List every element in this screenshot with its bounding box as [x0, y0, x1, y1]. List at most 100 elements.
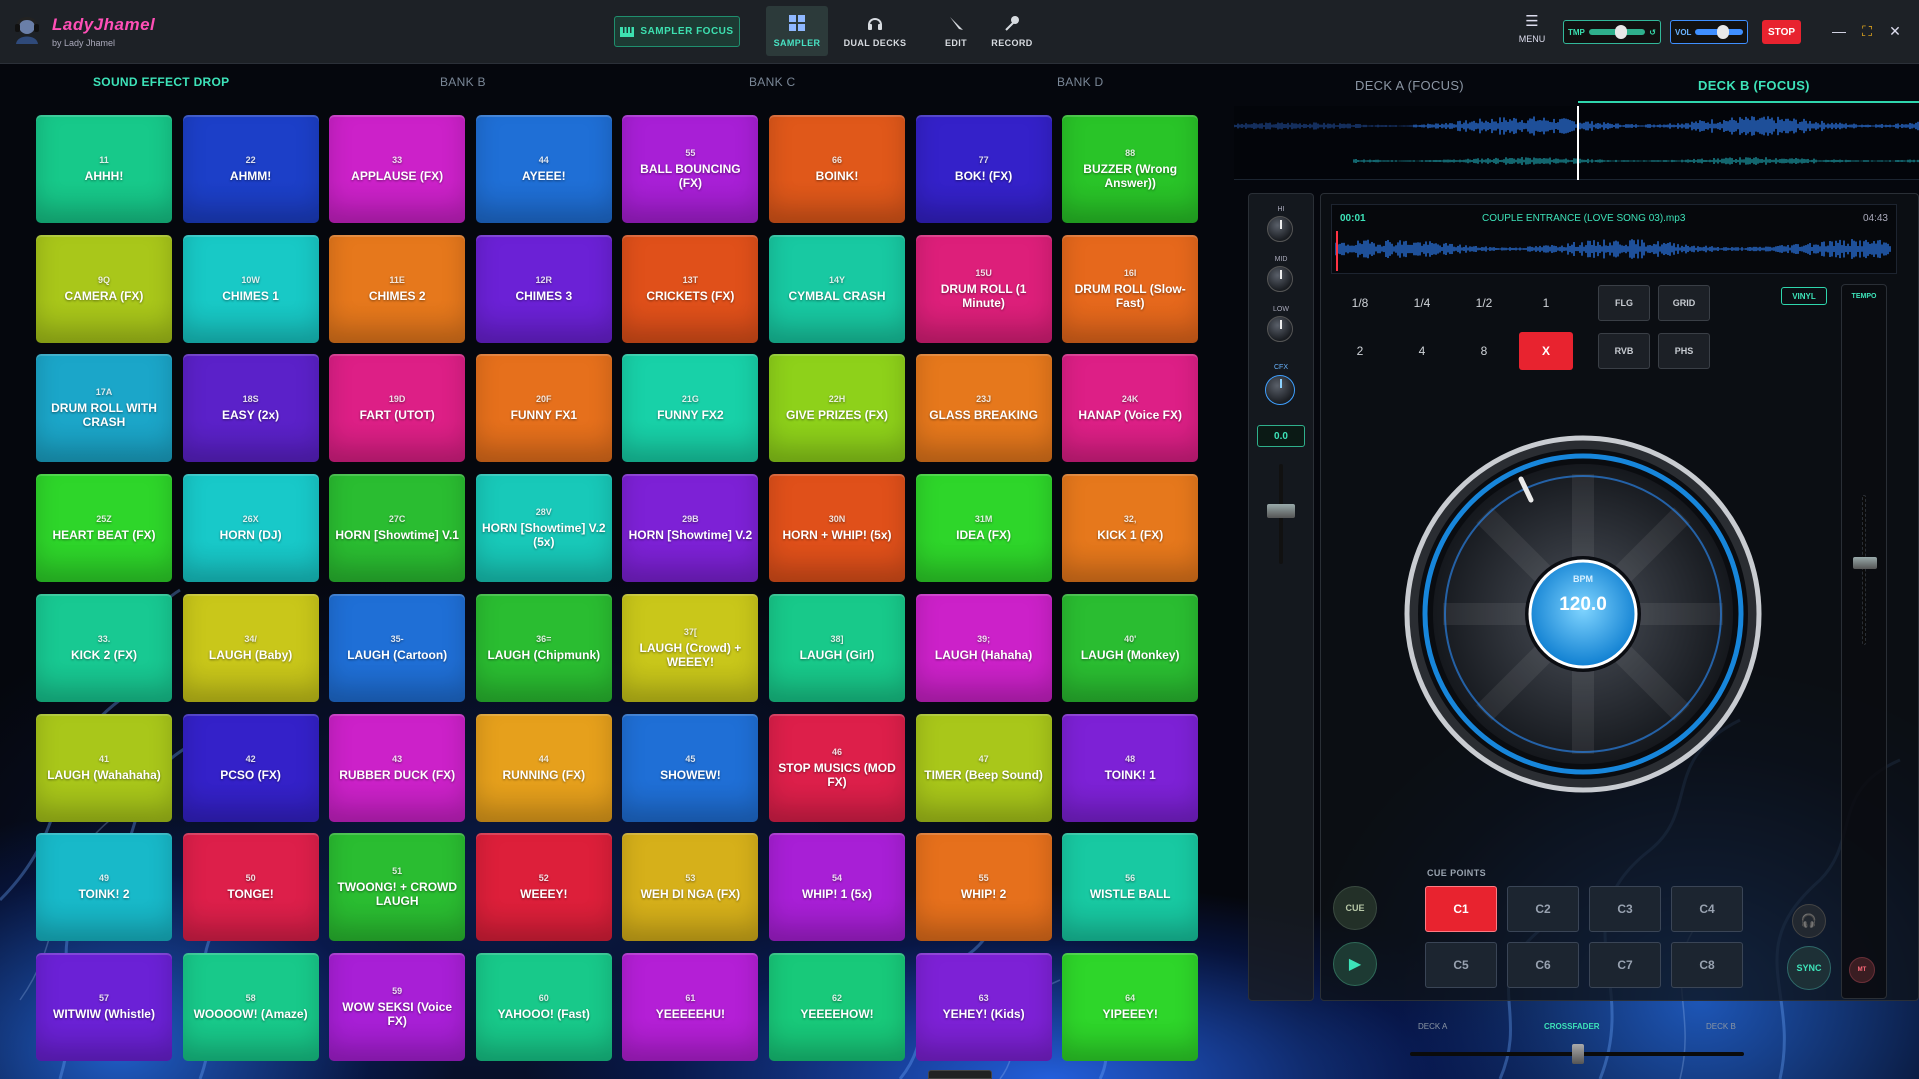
sampler-pad[interactable]: 16I DRUM ROLL (Slow-Fast) [1062, 234, 1198, 343]
sampler-pad[interactable]: 11E CHIMES 2 [329, 234, 465, 343]
loop-4-button[interactable]: 4 [1395, 332, 1449, 370]
deck-waveform[interactable]: 00:01 COUPLE ENTRANCE (LOVE SONG 03).mp3… [1331, 204, 1897, 274]
sampler-pad[interactable]: 32, KICK 1 (FX) [1062, 474, 1198, 583]
close-icon[interactable]: ✕ [1884, 20, 1906, 42]
sampler-pad[interactable]: 35- LAUGH (Cartoon) [329, 593, 465, 702]
sampler-pad[interactable]: 33. KICK 2 (FX) [36, 593, 172, 702]
bottom-drawer-handle[interactable] [928, 1070, 992, 1079]
loop-1-2-button[interactable]: 1/2 [1457, 284, 1511, 322]
menu-button[interactable]: ☰ MENU [1515, 14, 1549, 50]
loop-1-button[interactable]: 1 [1519, 284, 1573, 322]
sampler-pad[interactable]: 25Z HEART BEAT (FX) [36, 474, 172, 583]
sampler-pad[interactable]: 42 PCSO (FX) [183, 713, 319, 822]
sampler-pad[interactable]: 29B HORN [Showtime] V.2 [622, 474, 758, 583]
tool-sampler-button[interactable]: SAMPLER [766, 6, 828, 56]
sampler-pad[interactable]: 51 TWOONG! + CROWD LAUGH [329, 833, 465, 942]
sampler-pad[interactable]: 43 RUBBER DUCK (FX) [329, 713, 465, 822]
sampler-pad[interactable]: 24K HANAP (Voice FX) [1062, 354, 1198, 463]
tab-sound-effect-drop[interactable]: SOUND EFFECT DROP [93, 75, 229, 89]
headphone-cue-button[interactable]: 🎧 [1792, 904, 1826, 938]
tmp-slider-thumb[interactable] [1614, 25, 1627, 39]
sampler-pad[interactable]: 26X HORN (DJ) [183, 474, 319, 583]
eq-hi-knob[interactable] [1267, 216, 1293, 242]
master-tempo-button[interactable]: MT [1849, 957, 1875, 983]
loop-8-button[interactable]: 8 [1457, 332, 1511, 370]
sampler-pad[interactable]: 55 BALL BOUNCING (FX) [622, 115, 758, 223]
sampler-pad[interactable]: 13T CRICKETS (FX) [622, 234, 758, 343]
cue-point-c6[interactable]: C6 [1507, 942, 1579, 988]
sampler-pad[interactable]: 44 AYEEE! [476, 115, 612, 223]
cue-point-c5[interactable]: C5 [1425, 942, 1497, 988]
sampler-pad[interactable]: 56 WISTLE BALL [1062, 833, 1198, 942]
sampler-pad[interactable]: 20F FUNNY FX1 [476, 354, 612, 463]
minimize-icon[interactable]: — [1828, 20, 1850, 42]
fx-reverb-button[interactable]: RVB [1598, 333, 1650, 369]
tool-record-button[interactable]: RECORD [986, 6, 1038, 56]
sampler-pad[interactable]: 45 SHOWEW! [622, 713, 758, 822]
cue-point-c8[interactable]: C8 [1671, 942, 1743, 988]
sampler-pad[interactable]: 15U DRUM ROLL (1 Minute) [916, 234, 1052, 343]
eq-mid-knob[interactable] [1267, 266, 1293, 292]
sampler-pad[interactable]: 63 YEHEY! (Kids) [916, 952, 1052, 1061]
sampler-pad[interactable]: 88 BUZZER (Wrong Answer)) [1062, 115, 1198, 223]
sampler-pad[interactable]: 22 AHMM! [183, 115, 319, 223]
cfx-knob[interactable] [1265, 375, 1295, 405]
vol-slider-track[interactable] [1695, 25, 1743, 39]
sampler-pad[interactable]: 54 WHIP! 1 (5x) [769, 833, 905, 942]
sampler-pad[interactable]: 77 BOK! (FX) [916, 115, 1052, 223]
channel-fader-thumb[interactable] [1267, 504, 1295, 518]
sampler-pad[interactable]: 47 TIMER (Beep Sound) [916, 713, 1052, 822]
sampler-pad[interactable]: 44 RUNNING (FX) [476, 713, 612, 822]
fx-grid-button[interactable]: GRID [1658, 285, 1710, 321]
sampler-pad[interactable]: 49 TOINK! 2 [36, 833, 172, 942]
sampler-pad[interactable]: 33 APPLAUSE (FX) [329, 115, 465, 223]
sampler-pad[interactable]: 64 YIPEEEY! [1062, 952, 1198, 1061]
tab-deck-a[interactable]: DECK A (FOCUS) [1355, 78, 1464, 93]
tab-bank-c[interactable]: BANK C [749, 75, 795, 89]
tab-deck-b[interactable]: DECK B (FOCUS) [1698, 78, 1810, 93]
fx-phaser-button[interactable]: PHS [1658, 333, 1710, 369]
tempo-slider-thumb[interactable] [1853, 557, 1877, 569]
dual-waveform-overview[interactable] [1233, 106, 1919, 180]
vinyl-mode-button[interactable]: VINYL [1781, 287, 1827, 305]
sampler-pad[interactable]: 52 WEEEY! [476, 833, 612, 942]
sampler-pad[interactable]: 40' LAUGH (Monkey) [1062, 593, 1198, 702]
sampler-pad[interactable]: 53 WEH DI NGA (FX) [622, 833, 758, 942]
tmp-slider-track[interactable] [1588, 25, 1646, 39]
tempo-mini-slider[interactable]: TMP ↺ [1563, 20, 1661, 44]
sampler-pad[interactable]: 41 LAUGH (Wahahaha) [36, 713, 172, 822]
sampler-pad[interactable]: 57 WITWIW (Whistle) [36, 952, 172, 1061]
sampler-pad[interactable]: 12R CHIMES 3 [476, 234, 612, 343]
sampler-pad[interactable]: 28V HORN [Showtime] V.2 (5x) [476, 474, 612, 583]
sampler-pad[interactable]: 61 YEEEEEHU! [622, 952, 758, 1061]
tool-dual-decks-button[interactable]: DUAL DECKS [840, 6, 910, 56]
sampler-pad[interactable]: 10W CHIMES 1 [183, 234, 319, 343]
sampler-pad[interactable]: 22H GIVE PRIZES (FX) [769, 354, 905, 463]
sampler-pad[interactable]: 58 WOOOOW! (Amaze) [183, 952, 319, 1061]
jog-wheel[interactable]: BPM 120.0 [1403, 434, 1763, 794]
sampler-pad[interactable]: 39; LAUGH (Hahaha) [916, 593, 1052, 702]
tempo-slider-track[interactable] [1862, 495, 1866, 645]
fx-flanger-button[interactable]: FLG [1598, 285, 1650, 321]
sampler-pad[interactable]: 9Q CAMERA (FX) [36, 234, 172, 343]
sampler-pad[interactable]: 17A DRUM ROLL WITH CRASH [36, 354, 172, 463]
sampler-pad[interactable]: 66 BOINK! [769, 115, 905, 223]
sampler-pad[interactable]: 14Y CYMBAL CRASH [769, 234, 905, 343]
eq-low-knob[interactable] [1267, 316, 1293, 342]
sampler-pad[interactable]: 36= LAUGH (Chipmunk) [476, 593, 612, 702]
sampler-pad[interactable]: 62 YEEEEHOW! [769, 952, 905, 1061]
sampler-pad[interactable]: 23J GLASS BREAKING [916, 354, 1052, 463]
sampler-pad[interactable]: 50 TONGE! [183, 833, 319, 942]
loop-2-button[interactable]: 2 [1333, 332, 1387, 370]
reset-icon[interactable]: ↺ [1649, 28, 1656, 37]
sampler-focus-button[interactable]: SAMPLER FOCUS [614, 16, 740, 47]
fullscreen-icon[interactable]: ⛶ [1856, 20, 1878, 42]
sampler-pad[interactable]: 21G FUNNY FX2 [622, 354, 758, 463]
loop-exit-button[interactable]: X [1519, 332, 1573, 370]
tool-edit-button[interactable]: EDIT [930, 6, 982, 56]
cue-point-c1[interactable]: C1 [1425, 886, 1497, 932]
sampler-pad[interactable]: 48 TOINK! 1 [1062, 713, 1198, 822]
loop-1-4-button[interactable]: 1/4 [1395, 284, 1449, 322]
sampler-pad[interactable]: 11 AHHH! [36, 115, 172, 223]
sampler-pad[interactable]: 38] LAUGH (Girl) [769, 593, 905, 702]
